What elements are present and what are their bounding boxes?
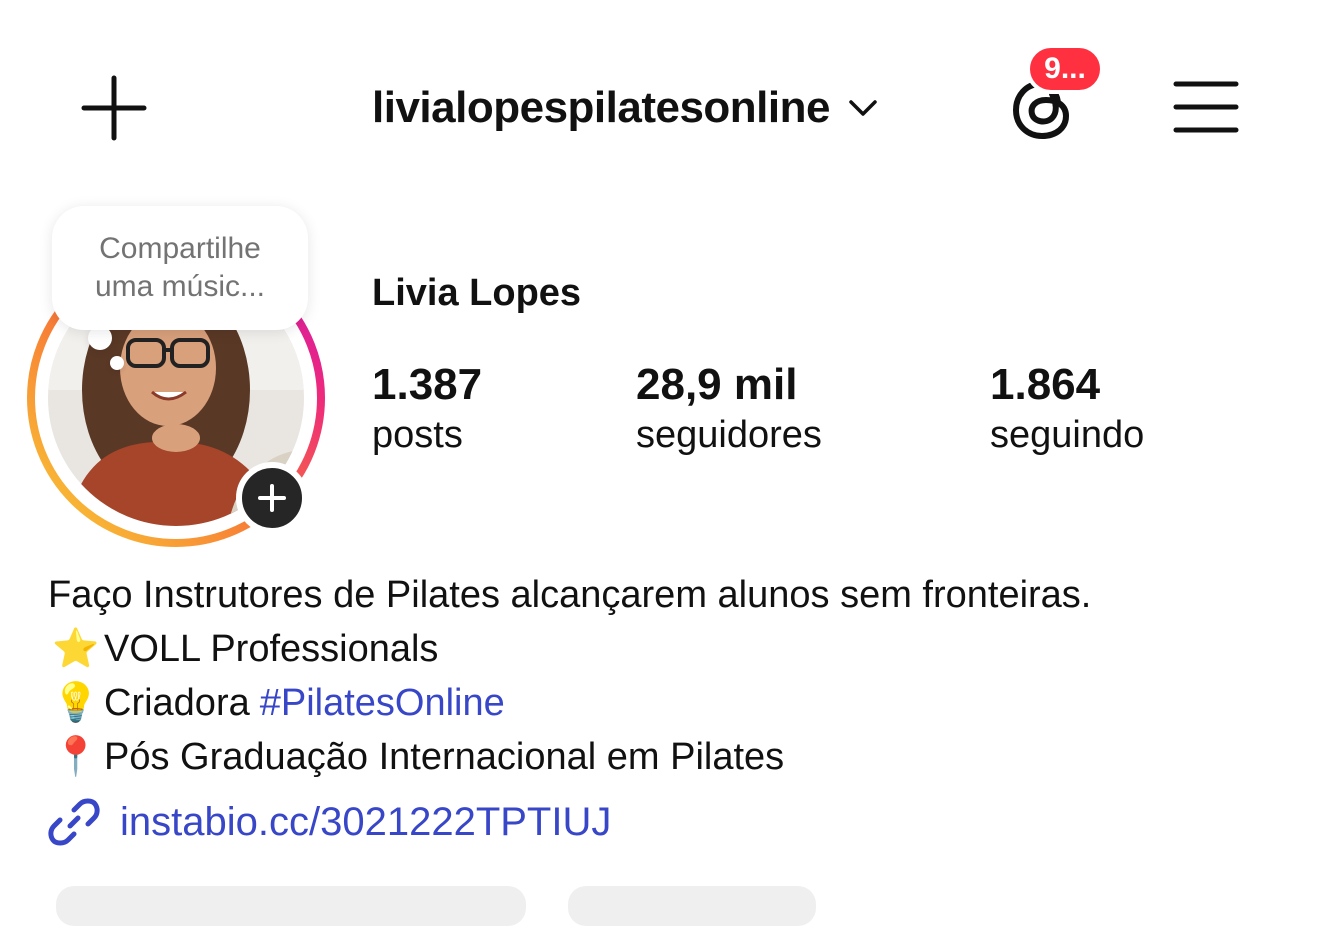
add-story-button[interactable] bbox=[236, 462, 308, 534]
stat-followers[interactable]: 28,9 mil seguidores bbox=[636, 360, 822, 460]
pin-icon: 📍 bbox=[52, 736, 100, 778]
posts-label: posts bbox=[372, 414, 463, 456]
bio-text: Criadora bbox=[104, 682, 250, 724]
stat-posts[interactable]: 1.387 posts bbox=[372, 360, 482, 460]
share-profile-button[interactable] bbox=[568, 886, 816, 926]
star-icon: ⭐ bbox=[52, 628, 100, 670]
bio-line: 📍 Pós Graduação Internacional em Pilates bbox=[48, 730, 1288, 784]
plus-icon bbox=[258, 484, 286, 512]
account-switcher[interactable]: livialopespilatesonline bbox=[372, 78, 878, 138]
bio: Faço Instrutores de Pilates alcançarem a… bbox=[48, 568, 1288, 784]
bio-link[interactable]: instabio.cc/3021222TPTIUJ bbox=[48, 796, 611, 848]
hashtag-link[interactable]: #PilatesOnline bbox=[260, 676, 505, 730]
notification-badge[interactable]: 9... bbox=[1026, 44, 1104, 94]
chevron-down-icon bbox=[849, 100, 877, 116]
followers-label: seguidores bbox=[636, 414, 822, 456]
followers-count: 28,9 mil bbox=[636, 360, 798, 409]
bio-line: ⭐ VOLL Professionals bbox=[48, 622, 1288, 676]
link-text: instabio.cc/3021222TPTIUJ bbox=[120, 799, 612, 844]
bio-line: Faço Instrutores de Pilates alcançarem a… bbox=[48, 568, 1288, 622]
menu-button[interactable] bbox=[1172, 78, 1240, 136]
note-text-line2: uma músic... bbox=[94, 270, 266, 303]
link-icon bbox=[48, 798, 100, 846]
display-name: Livia Lopes bbox=[372, 272, 582, 314]
note-text-line1: Compartilhe bbox=[99, 232, 261, 265]
note-bubble-dot bbox=[110, 356, 124, 370]
create-button[interactable] bbox=[80, 74, 148, 142]
bio-text: Faço Instrutores de Pilates alcançarem a… bbox=[48, 574, 1092, 616]
following-count: 1.864 bbox=[990, 360, 1101, 409]
edit-profile-button[interactable] bbox=[56, 886, 526, 926]
bio-text: VOLL Professionals bbox=[104, 628, 439, 670]
posts-count: 1.387 bbox=[372, 360, 483, 409]
bio-text: Pós Graduação Internacional em Pilates bbox=[104, 736, 785, 778]
note-bubble[interactable]: Compartilhe uma músic... bbox=[52, 206, 308, 330]
stat-following[interactable]: 1.864 seguindo bbox=[990, 360, 1144, 460]
plus-icon bbox=[81, 75, 147, 141]
following-label: seguindo bbox=[990, 414, 1145, 456]
bio-line: 💡 Criadora #PilatesOnline bbox=[48, 676, 1288, 730]
username: livialopespilatesonline bbox=[372, 83, 830, 132]
hamburger-menu-icon bbox=[1173, 81, 1239, 133]
lightbulb-icon: 💡 bbox=[52, 682, 100, 724]
